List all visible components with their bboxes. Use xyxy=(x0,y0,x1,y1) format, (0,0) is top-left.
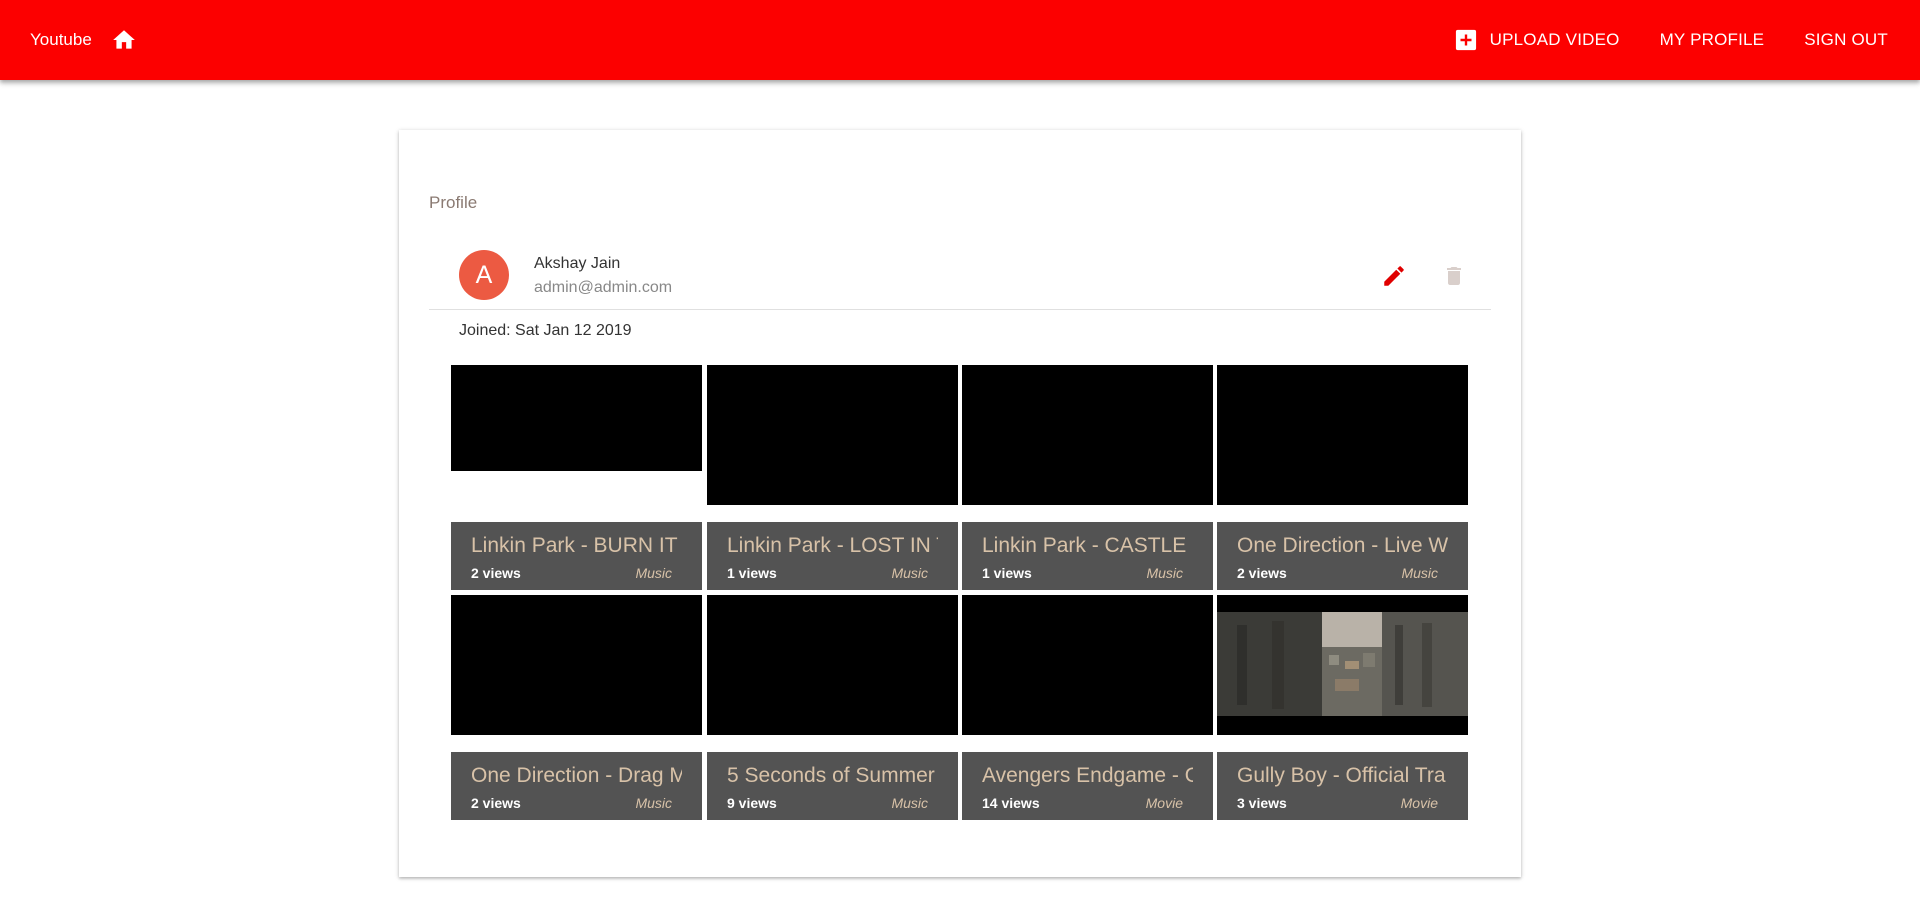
card-title: Profile xyxy=(429,193,478,212)
my-profile-button[interactable]: MY PROFILE xyxy=(1660,30,1765,50)
video-tile[interactable]: 5 Seconds of Summer 9 views Music xyxy=(707,595,958,820)
trash-icon[interactable] xyxy=(1442,263,1466,289)
video-info-bar[interactable]: Gully Boy - Official Tra 3 views Movie xyxy=(1217,752,1468,820)
video-views: 2 views xyxy=(471,565,521,581)
video-thumbnail-street-scene[interactable] xyxy=(1217,595,1468,735)
add-box-icon xyxy=(1455,29,1476,51)
user-email: admin@admin.com xyxy=(534,279,673,296)
video-category: Movie xyxy=(1145,795,1183,811)
video-info-bar[interactable]: Linkin Park - CASTLE 1 views Music xyxy=(962,522,1213,590)
video-views: 14 views xyxy=(982,795,1040,811)
video-thumbnail[interactable] xyxy=(1217,365,1468,505)
user-name: Akshay Jain xyxy=(534,255,621,272)
video-info-bar[interactable]: 5 Seconds of Summer 9 views Music xyxy=(707,752,958,820)
video-title: Linkin Park - BURN IT xyxy=(471,534,678,557)
video-views: 1 views xyxy=(982,565,1032,581)
video-tile[interactable]: Linkin Park - BURN IT 2 views Music xyxy=(451,365,702,590)
video-info-bar[interactable]: Avengers Endgame - O 14 views Movie xyxy=(962,752,1213,820)
video-thumbnail[interactable] xyxy=(707,595,958,735)
brand-title[interactable]: Youtube xyxy=(30,30,92,50)
sign-out-label: SIGN OUT xyxy=(1804,30,1888,49)
app-bar: Youtube UPLOAD VIDEO MY PROFILE SIGN OUT xyxy=(0,0,1920,80)
video-info-bar[interactable]: Linkin Park - LOST IN T 1 views Music xyxy=(707,522,958,590)
video-thumbnail[interactable] xyxy=(962,365,1213,505)
video-views: 2 views xyxy=(471,795,521,811)
video-info-bar[interactable]: One Direction - Live W 2 views Music xyxy=(1217,522,1468,590)
video-title: Linkin Park - CASTLE xyxy=(982,534,1187,557)
video-info-bar[interactable]: One Direction - Drag M 2 views Music xyxy=(451,752,702,820)
home-icon[interactable] xyxy=(111,27,137,53)
nav-actions: UPLOAD VIDEO MY PROFILE SIGN OUT xyxy=(1455,0,1888,80)
video-tile[interactable]: Linkin Park - LOST IN T 1 views Music xyxy=(707,365,958,590)
user-row: A Akshay Jain admin@admin.com xyxy=(429,230,1491,310)
video-category: Music xyxy=(891,565,928,581)
sign-out-button[interactable]: SIGN OUT xyxy=(1804,30,1888,50)
video-tile[interactable]: Linkin Park - CASTLE 1 views Music xyxy=(962,365,1213,590)
video-category: Music xyxy=(891,795,928,811)
video-title: Linkin Park - LOST IN T xyxy=(727,534,938,557)
profile-card: Profile A Akshay Jain admin@admin.com Jo… xyxy=(399,130,1521,877)
pencil-icon[interactable] xyxy=(1381,263,1407,289)
video-tile[interactable]: Gully Boy - Official Tra 3 views Movie xyxy=(1217,595,1468,820)
video-thumbnail[interactable] xyxy=(707,365,958,505)
video-views: 9 views xyxy=(727,795,777,811)
video-title: 5 Seconds of Summer xyxy=(727,764,935,787)
video-tile[interactable]: Avengers Endgame - O 14 views Movie xyxy=(962,595,1213,820)
video-views: 1 views xyxy=(727,565,777,581)
video-info-bar[interactable]: Linkin Park - BURN IT 2 views Music xyxy=(451,522,702,590)
video-title: Gully Boy - Official Tra xyxy=(1237,764,1446,787)
upload-video-button[interactable]: UPLOAD VIDEO xyxy=(1455,29,1620,51)
video-tile[interactable]: One Direction - Drag M 2 views Music xyxy=(451,595,702,820)
video-title: One Direction - Live W xyxy=(1237,534,1448,557)
video-views: 3 views xyxy=(1237,795,1287,811)
video-category: Music xyxy=(1401,565,1438,581)
video-category: Music xyxy=(635,795,672,811)
joined-date: Joined: Sat Jan 12 2019 xyxy=(459,322,632,339)
my-profile-label: MY PROFILE xyxy=(1659,30,1765,49)
video-category: Music xyxy=(635,565,672,581)
avatar: A xyxy=(459,250,509,300)
video-views: 2 views xyxy=(1237,565,1287,581)
upload-video-label: UPLOAD VIDEO xyxy=(1489,30,1620,49)
video-tile[interactable]: One Direction - Live W 2 views Music xyxy=(1217,365,1468,590)
video-thumbnail[interactable] xyxy=(451,595,702,735)
video-thumbnail[interactable] xyxy=(962,595,1213,735)
video-title: One Direction - Drag M xyxy=(471,764,682,787)
video-category: Music xyxy=(1146,565,1183,581)
video-title: Avengers Endgame - O xyxy=(982,764,1193,787)
video-thumbnail[interactable] xyxy=(451,365,702,471)
video-category: Movie xyxy=(1400,795,1438,811)
